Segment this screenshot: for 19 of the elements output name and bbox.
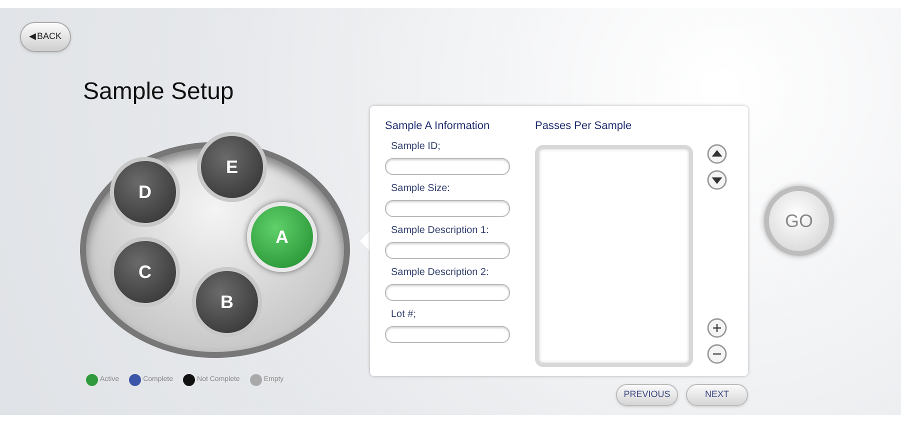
nav-button[interactable]: PREVIOUS [616,384,678,406]
field-label: Sample ID; [391,140,442,154]
plus-icon[interactable] [707,318,727,338]
page-title: Sample Setup [83,77,235,107]
field-label: Sample Description 2: [391,266,490,280]
input-field[interactable] [385,284,510,300]
minus-icon[interactable] [707,344,727,364]
back-button[interactable]: ◀BACK [20,22,71,52]
panel-heading: Sample A Information [385,119,491,134]
input-field[interactable] [385,326,510,342]
field-label: Lot #; [391,308,418,322]
input-field[interactable] [385,242,510,258]
passes-list[interactable] [535,144,693,366]
nav-button[interactable]: NEXT [686,384,748,406]
input-field[interactable] [385,158,510,174]
panel-heading: Passes Per Sample [535,119,633,134]
input-field[interactable] [385,200,510,216]
field-label: Sample Description 1: [391,224,490,238]
field-label: Sample Size: [391,182,451,196]
